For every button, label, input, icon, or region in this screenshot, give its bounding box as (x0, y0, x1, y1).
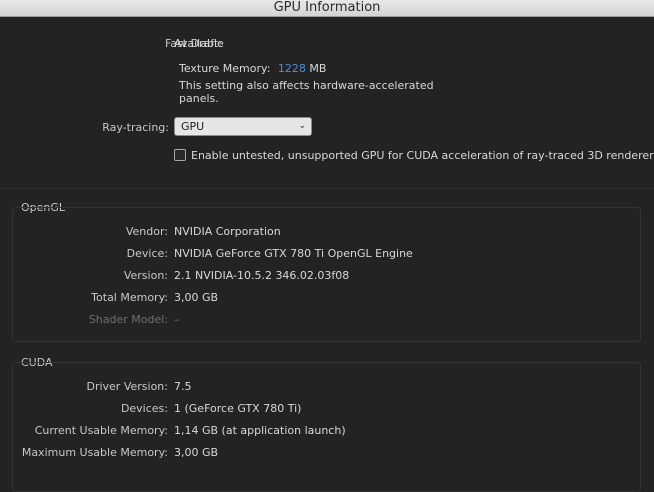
cuda-devices-label: Devices: (120, 402, 168, 415)
texture-memory-note-line2: panels. (179, 92, 219, 105)
cuda-devices-value: 1 (GeForce GTX 780 Ti) (174, 402, 302, 415)
texture-memory-row: Texture Memory: 1228 MB (179, 62, 326, 75)
opengl-version-label: Version: (123, 269, 168, 282)
cuda-maximum-usable-memory-value: 3,00 GB (174, 446, 219, 459)
texture-memory-unit: MB (309, 62, 327, 75)
opengl-vendor-value: NVIDIA Corporation (174, 225, 281, 238)
ray-tracing-label: Ray-tracing: (102, 121, 169, 134)
texture-memory-value[interactable]: 1228 (278, 62, 306, 75)
opengl-version-value: 2.1 NVIDIA-10.5.2 346.02.03f08 (174, 269, 350, 282)
cuda-current-usable-memory-value: 1,14 GB (at application launch) (174, 424, 346, 437)
ray-tracing-selected: GPU (181, 120, 205, 133)
opengl-total-memory-value: 3,00 GB (174, 291, 219, 304)
window-title: GPU Information (273, 0, 381, 15)
section-divider (0, 188, 654, 189)
cuda-maximum-usable-memory-label: Maximum Usable Memory: (21, 446, 168, 459)
fast-draft-value: Available (174, 37, 224, 50)
cuda-unsupported-gpu-checkbox-label[interactable]: Enable untested, unsupported GPU for CUD… (191, 149, 654, 162)
opengl-total-memory-label: Total Memory: (91, 291, 168, 304)
ray-tracing-dropdown[interactable]: GPU ⌄ (174, 117, 312, 136)
opengl-shader-model-label: Shader Model: (88, 313, 168, 326)
cuda-driver-version-value: 7.5 (174, 380, 192, 393)
cuda-driver-version-label: Driver Version: (86, 380, 168, 393)
cuda-current-usable-memory-label: Current Usable Memory: (34, 424, 168, 437)
texture-memory-note-line1: This setting also affects hardware-accel… (179, 79, 434, 92)
opengl-shader-model-value: – (174, 313, 180, 326)
chevron-down-icon: ⌄ (298, 121, 306, 131)
opengl-device-value: NVIDIA GeForce GTX 780 Ti OpenGL Engine (174, 247, 413, 260)
cuda-unsupported-gpu-checkbox[interactable] (174, 149, 186, 161)
window-title-bar[interactable]: GPU Information (0, 0, 654, 17)
texture-memory-label: Texture Memory: (179, 62, 271, 75)
opengl-device-label: Device: (126, 247, 168, 260)
opengl-vendor-label: Vendor: (125, 225, 168, 238)
